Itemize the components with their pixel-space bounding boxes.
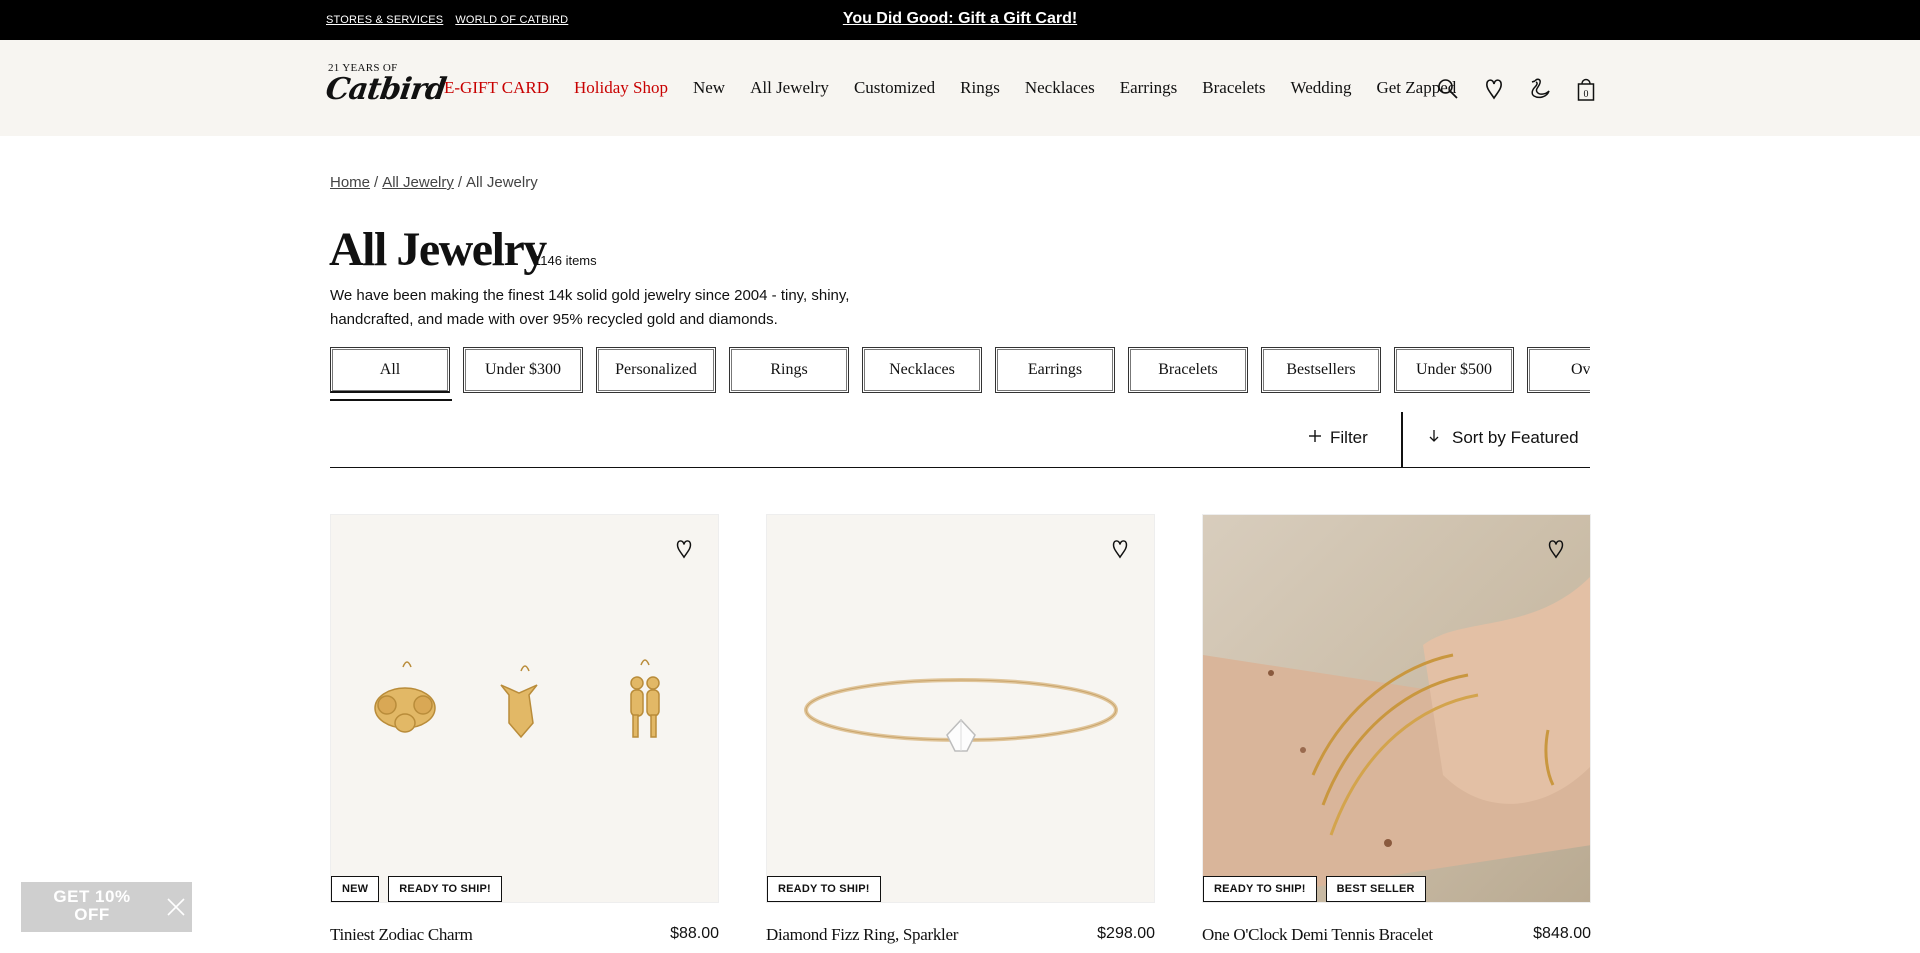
pill-under-300[interactable]: Under $300 (463, 347, 583, 393)
badge-ready-to-ship: READY TO SHIP! (1203, 876, 1317, 902)
item-count: 1146 items (534, 253, 597, 268)
site-header: 21 YEARS OF Catbird E-GIFT CARD Holiday … (0, 40, 1920, 136)
product-badges: READY TO SHIP! BEST SELLER (1203, 876, 1426, 902)
product-card[interactable]: READY TO SHIP! BEST SELLER One O'Clock D… (1202, 514, 1591, 945)
announcement-bar: STORES & SERVICES WORLD OF CATBIRD You D… (0, 0, 1920, 40)
discount-text: GET 10% OFF (47, 888, 137, 924)
pill-under-500[interactable]: Under $500 (1394, 347, 1514, 393)
badge-ready-to-ship: READY TO SHIP! (388, 876, 502, 902)
product-image[interactable]: NEW READY TO SHIP! (330, 514, 719, 903)
close-icon[interactable] (165, 896, 187, 918)
pill-personalized[interactable]: Personalized (596, 347, 716, 393)
pill-bestsellers[interactable]: Bestsellers (1261, 347, 1381, 393)
nav-rings[interactable]: Rings (960, 78, 1000, 98)
nav-holiday-shop[interactable]: Holiday Shop (574, 78, 668, 98)
product-info: Diamond Fizz Ring, Sparkler $298.00 (766, 925, 1155, 945)
header-icons: 0 (1437, 76, 1597, 102)
product-card[interactable]: NEW READY TO SHIP! Tiniest Zodiac Charm … (330, 514, 719, 945)
filter-button[interactable]: Filter (1308, 428, 1368, 448)
search-icon[interactable] (1437, 76, 1459, 102)
badge-new: NEW (331, 876, 380, 902)
nav-customized[interactable]: Customized (854, 78, 935, 98)
bracelet-on-wrist-image (1203, 576, 1590, 902)
diamond-ring-image (804, 678, 1118, 752)
swan-account-icon[interactable] (1529, 76, 1551, 102)
product-name[interactable]: One O'Clock Demi Tennis Bracelet (1202, 925, 1433, 945)
breadcrumb: Home / All Jewelry / All Jewelry (330, 174, 538, 191)
product-info: One O'Clock Demi Tennis Bracelet $848.00 (1202, 925, 1591, 945)
product-badges: NEW READY TO SHIP! (331, 876, 502, 902)
product-price: $848.00 (1533, 925, 1591, 942)
wishlist-heart-icon[interactable] (1546, 539, 1566, 559)
nav-necklaces[interactable]: Necklaces (1025, 78, 1095, 98)
product-card[interactable]: READY TO SHIP! Diamond Fizz Ring, Sparkl… (766, 514, 1155, 945)
product-price: $298.00 (1097, 925, 1155, 942)
filter-sort-bar: Filter Sort by Featured (330, 412, 1590, 468)
page-description: We have been making the finest 14k solid… (330, 287, 850, 328)
breadcrumb-all-jewelry[interactable]: All Jewelry (382, 174, 454, 191)
wishlist-heart-icon[interactable] (1110, 539, 1130, 559)
page-title: All Jewelry (329, 223, 547, 276)
cart-count: 0 (1584, 89, 1589, 100)
nav-earrings[interactable]: Earrings (1120, 78, 1178, 98)
nav-new[interactable]: New (693, 78, 725, 98)
wishlist-heart-icon[interactable] (674, 539, 694, 559)
nav-all-jewelry[interactable]: All Jewelry (750, 78, 829, 98)
bag-icon[interactable]: 0 (1575, 76, 1597, 102)
sort-label: Sort by Featured (1452, 428, 1579, 447)
plus-icon (1308, 428, 1322, 448)
breadcrumb-current: All Jewelry (466, 174, 538, 191)
pill-necklaces[interactable]: Necklaces (862, 347, 982, 393)
catbird-logo[interactable]: 21 YEARS OF Catbird (324, 62, 448, 118)
sort-dropdown[interactable]: Sort by Featured (1428, 428, 1579, 448)
filter-label: Filter (1330, 428, 1368, 447)
product-price: $88.00 (670, 925, 719, 942)
main-nav: E-GIFT CARD Holiday Shop New All Jewelry… (444, 78, 1481, 98)
discount-line-2: OFF (74, 905, 110, 924)
nav-bracelets[interactable]: Bracelets (1202, 78, 1265, 98)
pill-rings[interactable]: Rings (729, 347, 849, 393)
product-info: Tiniest Zodiac Charm $88.00 (330, 925, 719, 945)
pill-all[interactable]: All (330, 347, 450, 393)
discount-popup-tab[interactable]: GET 10% OFF (21, 882, 192, 932)
discount-line-1: GET 10% (53, 887, 131, 906)
breadcrumb-home[interactable]: Home (330, 174, 370, 191)
nav-egift-card[interactable]: E-GIFT CARD (444, 78, 549, 98)
pill-earrings[interactable]: Earrings (995, 347, 1115, 393)
toolbar-divider (1401, 412, 1403, 468)
product-name[interactable]: Tiniest Zodiac Charm (330, 925, 473, 945)
heart-icon[interactable] (1483, 76, 1505, 102)
badge-best-seller: BEST SELLER (1325, 876, 1426, 902)
pill-over[interactable]: Over (1527, 347, 1590, 393)
category-pills: All Under $300 Personalized Rings Neckla… (330, 347, 1590, 403)
zodiac-charms-image (374, 659, 660, 739)
badge-ready-to-ship: READY TO SHIP! (767, 876, 881, 902)
product-badges: READY TO SHIP! (767, 876, 881, 902)
nav-wedding[interactable]: Wedding (1291, 78, 1352, 98)
product-name[interactable]: Diamond Fizz Ring, Sparkler (766, 925, 958, 945)
arrow-down-icon (1428, 428, 1440, 448)
gift-card-promo-link[interactable]: You Did Good: Gift a Gift Card! (0, 10, 1920, 28)
logo-wordmark: Catbird (323, 72, 448, 107)
product-image[interactable]: READY TO SHIP! BEST SELLER (1202, 514, 1591, 903)
active-pill-underline (330, 399, 452, 401)
product-image[interactable]: READY TO SHIP! (766, 514, 1155, 903)
pill-bracelets[interactable]: Bracelets (1128, 347, 1248, 393)
